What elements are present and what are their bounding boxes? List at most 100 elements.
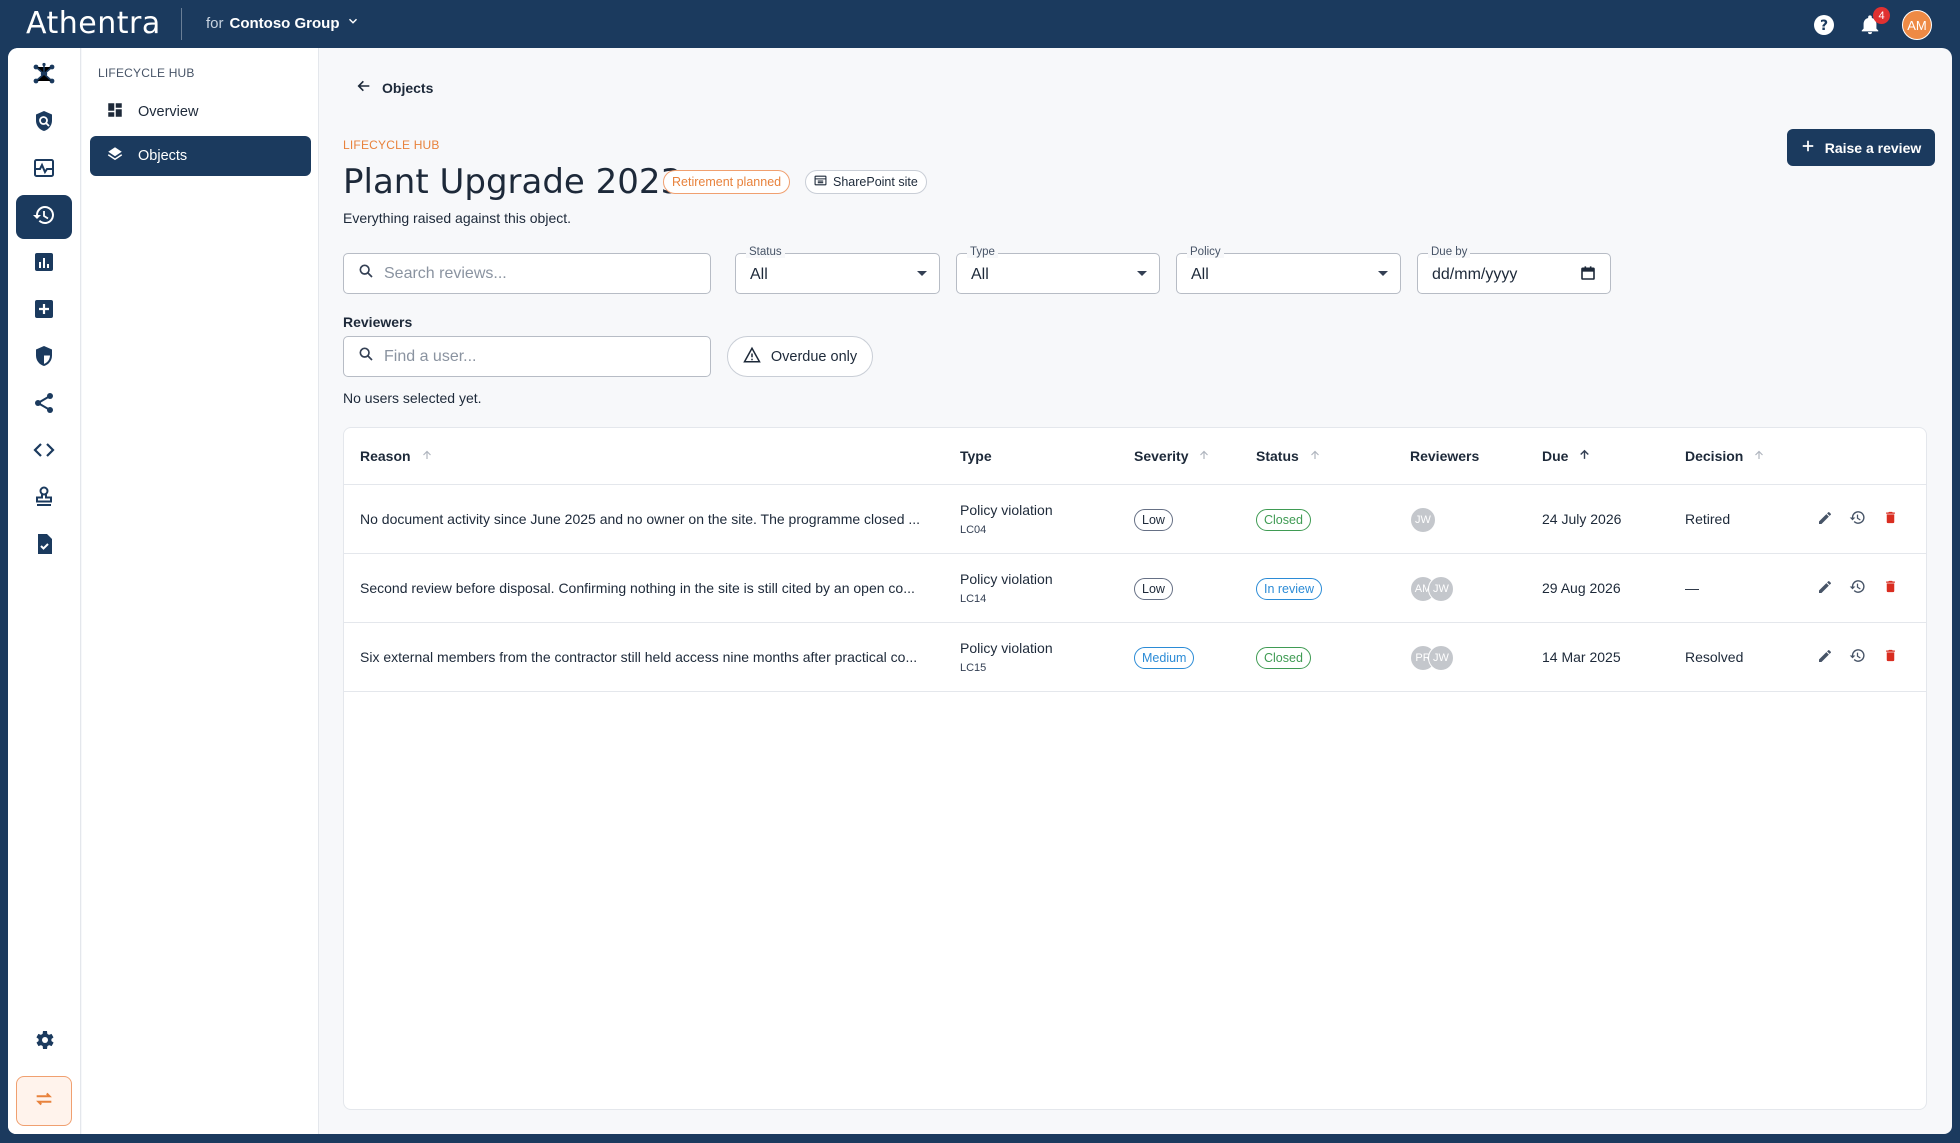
history-icon[interactable] <box>1847 645 1868 666</box>
decision-cell: Resolved <box>1685 649 1744 665</box>
subnav-heading: LIFECYCLE HUB <box>98 66 195 80</box>
column-header-label: Type <box>960 448 992 464</box>
row-actions <box>1814 507 1901 528</box>
add-box-icon <box>32 297 56 326</box>
raise-review-button[interactable]: Raise a review <box>1787 129 1935 166</box>
edit-pencil-icon[interactable] <box>1814 507 1835 528</box>
type-filter-label: Type <box>967 246 998 258</box>
rail-item-settings[interactable] <box>16 1020 72 1064</box>
column-header-label: Reviewers <box>1410 448 1480 464</box>
search-reviews-field[interactable] <box>343 253 711 294</box>
rail-item-tasks[interactable] <box>16 524 72 568</box>
dropdown-caret-icon <box>1137 271 1147 276</box>
notifications-bell-icon[interactable]: 4 <box>1856 7 1890 39</box>
overdue-only-toggle[interactable]: Overdue only <box>727 336 873 377</box>
app-logo[interactable]: Athentra <box>26 6 161 41</box>
search-icon <box>358 263 374 284</box>
delete-trash-icon[interactable] <box>1880 576 1901 597</box>
checklist-document-icon <box>32 532 56 561</box>
layers-icon <box>106 145 124 167</box>
row-actions <box>1814 645 1901 666</box>
column-header-label: Severity <box>1134 448 1189 464</box>
column-header-status[interactable]: Status <box>1256 448 1321 464</box>
find-user-field[interactable] <box>343 336 711 377</box>
calendar-icon[interactable] <box>1580 265 1596 286</box>
due-by-date-field[interactable]: Due by dd/mm/yyyy <box>1417 246 1611 294</box>
reviewers-label: Reviewers <box>343 314 413 330</box>
policy-filter-label: Policy <box>1187 246 1224 258</box>
row-actions <box>1814 576 1901 597</box>
org-prefix: for <box>206 14 224 32</box>
sort-arrow-icon <box>1753 448 1765 464</box>
reason-cell: Six external members from the contractor… <box>360 649 918 665</box>
column-header-reason[interactable]: Reason <box>360 448 433 464</box>
search-reviews-input[interactable] <box>384 264 684 283</box>
edit-pencil-icon[interactable] <box>1814 576 1835 597</box>
rail-item-lifecycle[interactable] <box>16 195 72 239</box>
network-hub-icon <box>32 62 56 91</box>
rail-item-code[interactable] <box>16 430 72 474</box>
status-filter-select[interactable]: Status All <box>735 246 940 294</box>
dropdown-caret-icon <box>1378 271 1388 276</box>
sort-arrow-icon <box>1309 448 1321 464</box>
rail-item-shield-search[interactable] <box>16 101 72 145</box>
back-link[interactable]: Objects <box>356 78 433 97</box>
status-filter-value: All <box>750 266 768 283</box>
dropdown-caret-icon <box>917 271 927 276</box>
workspace-switch-button[interactable] <box>16 1076 72 1126</box>
column-header-label: Status <box>1256 448 1299 464</box>
due-cell: 24 July 2026 <box>1542 511 1622 527</box>
rail-item-reports[interactable] <box>16 242 72 286</box>
rail-item-share[interactable] <box>16 383 72 427</box>
arrow-left-icon <box>356 78 372 97</box>
app-shell: LIFECYCLE HUB Overview Objects Objects L… <box>8 48 1952 1134</box>
retirement-status-pill: Retirement planned <box>663 170 791 194</box>
subnav-item-overview[interactable]: Overview <box>90 92 311 132</box>
column-header-due[interactable]: Due <box>1542 448 1591 464</box>
decision-cell: Retired <box>1685 511 1731 527</box>
back-link-label: Objects <box>382 79 434 96</box>
sort-arrow-icon <box>1198 448 1210 464</box>
find-user-input[interactable] <box>384 347 684 366</box>
type-filter-select[interactable]: Type All <box>956 246 1160 294</box>
type-cell: Policy violation <box>960 502 1053 518</box>
avatar[interactable]: JW <box>1428 645 1454 671</box>
table-header: Reason Type Severity Status Reviewers Du… <box>344 428 1926 485</box>
no-users-message: No users selected yet. <box>343 390 482 406</box>
table-row[interactable]: No document activity since June 2025 and… <box>344 485 1926 554</box>
avatar[interactable]: JW <box>1410 507 1436 533</box>
delete-trash-icon[interactable] <box>1880 507 1901 528</box>
rail-item-activity[interactable] <box>16 148 72 192</box>
stamp-icon <box>32 485 56 514</box>
history-icon[interactable] <box>1847 507 1868 528</box>
delete-trash-icon[interactable] <box>1880 645 1901 666</box>
history-icon[interactable] <box>1847 576 1868 597</box>
search-icon <box>358 346 374 367</box>
column-header-severity[interactable]: Severity <box>1134 448 1210 464</box>
rail-item-network[interactable] <box>16 54 72 98</box>
subnav-item-label: Objects <box>138 148 188 164</box>
policy-filter-value: All <box>1191 266 1209 283</box>
help-icon[interactable]: ? <box>1810 11 1838 39</box>
rail-item-security[interactable] <box>16 336 72 380</box>
rail-item-add[interactable] <box>16 289 72 333</box>
type-cell: Policy violation <box>960 640 1053 656</box>
subnav-item-objects[interactable]: Objects <box>90 136 311 176</box>
user-avatar[interactable]: AM <box>1902 10 1932 40</box>
edit-pencil-icon[interactable] <box>1814 645 1835 666</box>
column-header-reviewers[interactable]: Reviewers <box>1410 448 1479 464</box>
lifecycle-subnav: LIFECYCLE HUB Overview Objects <box>82 48 319 1134</box>
table-row[interactable]: Six external members from the contractor… <box>344 623 1926 692</box>
status-badge: Closed <box>1256 647 1311 669</box>
org-switcher[interactable]: for Contoso Group <box>206 14 360 32</box>
icon-rail <box>8 48 81 1134</box>
avatar[interactable]: JW <box>1428 576 1454 602</box>
column-header-type[interactable]: Type <box>960 448 992 464</box>
table-row[interactable]: Second review before disposal. Confirmin… <box>344 554 1926 623</box>
overdue-only-label: Overdue only <box>770 348 858 365</box>
policy-filter-select[interactable]: Policy All <box>1176 246 1401 294</box>
rail-item-stamp[interactable] <box>16 477 72 521</box>
column-header-decision[interactable]: Decision <box>1685 448 1765 464</box>
due-cell: 29 Aug 2026 <box>1542 580 1621 596</box>
svg-text:?: ? <box>1820 18 1828 34</box>
